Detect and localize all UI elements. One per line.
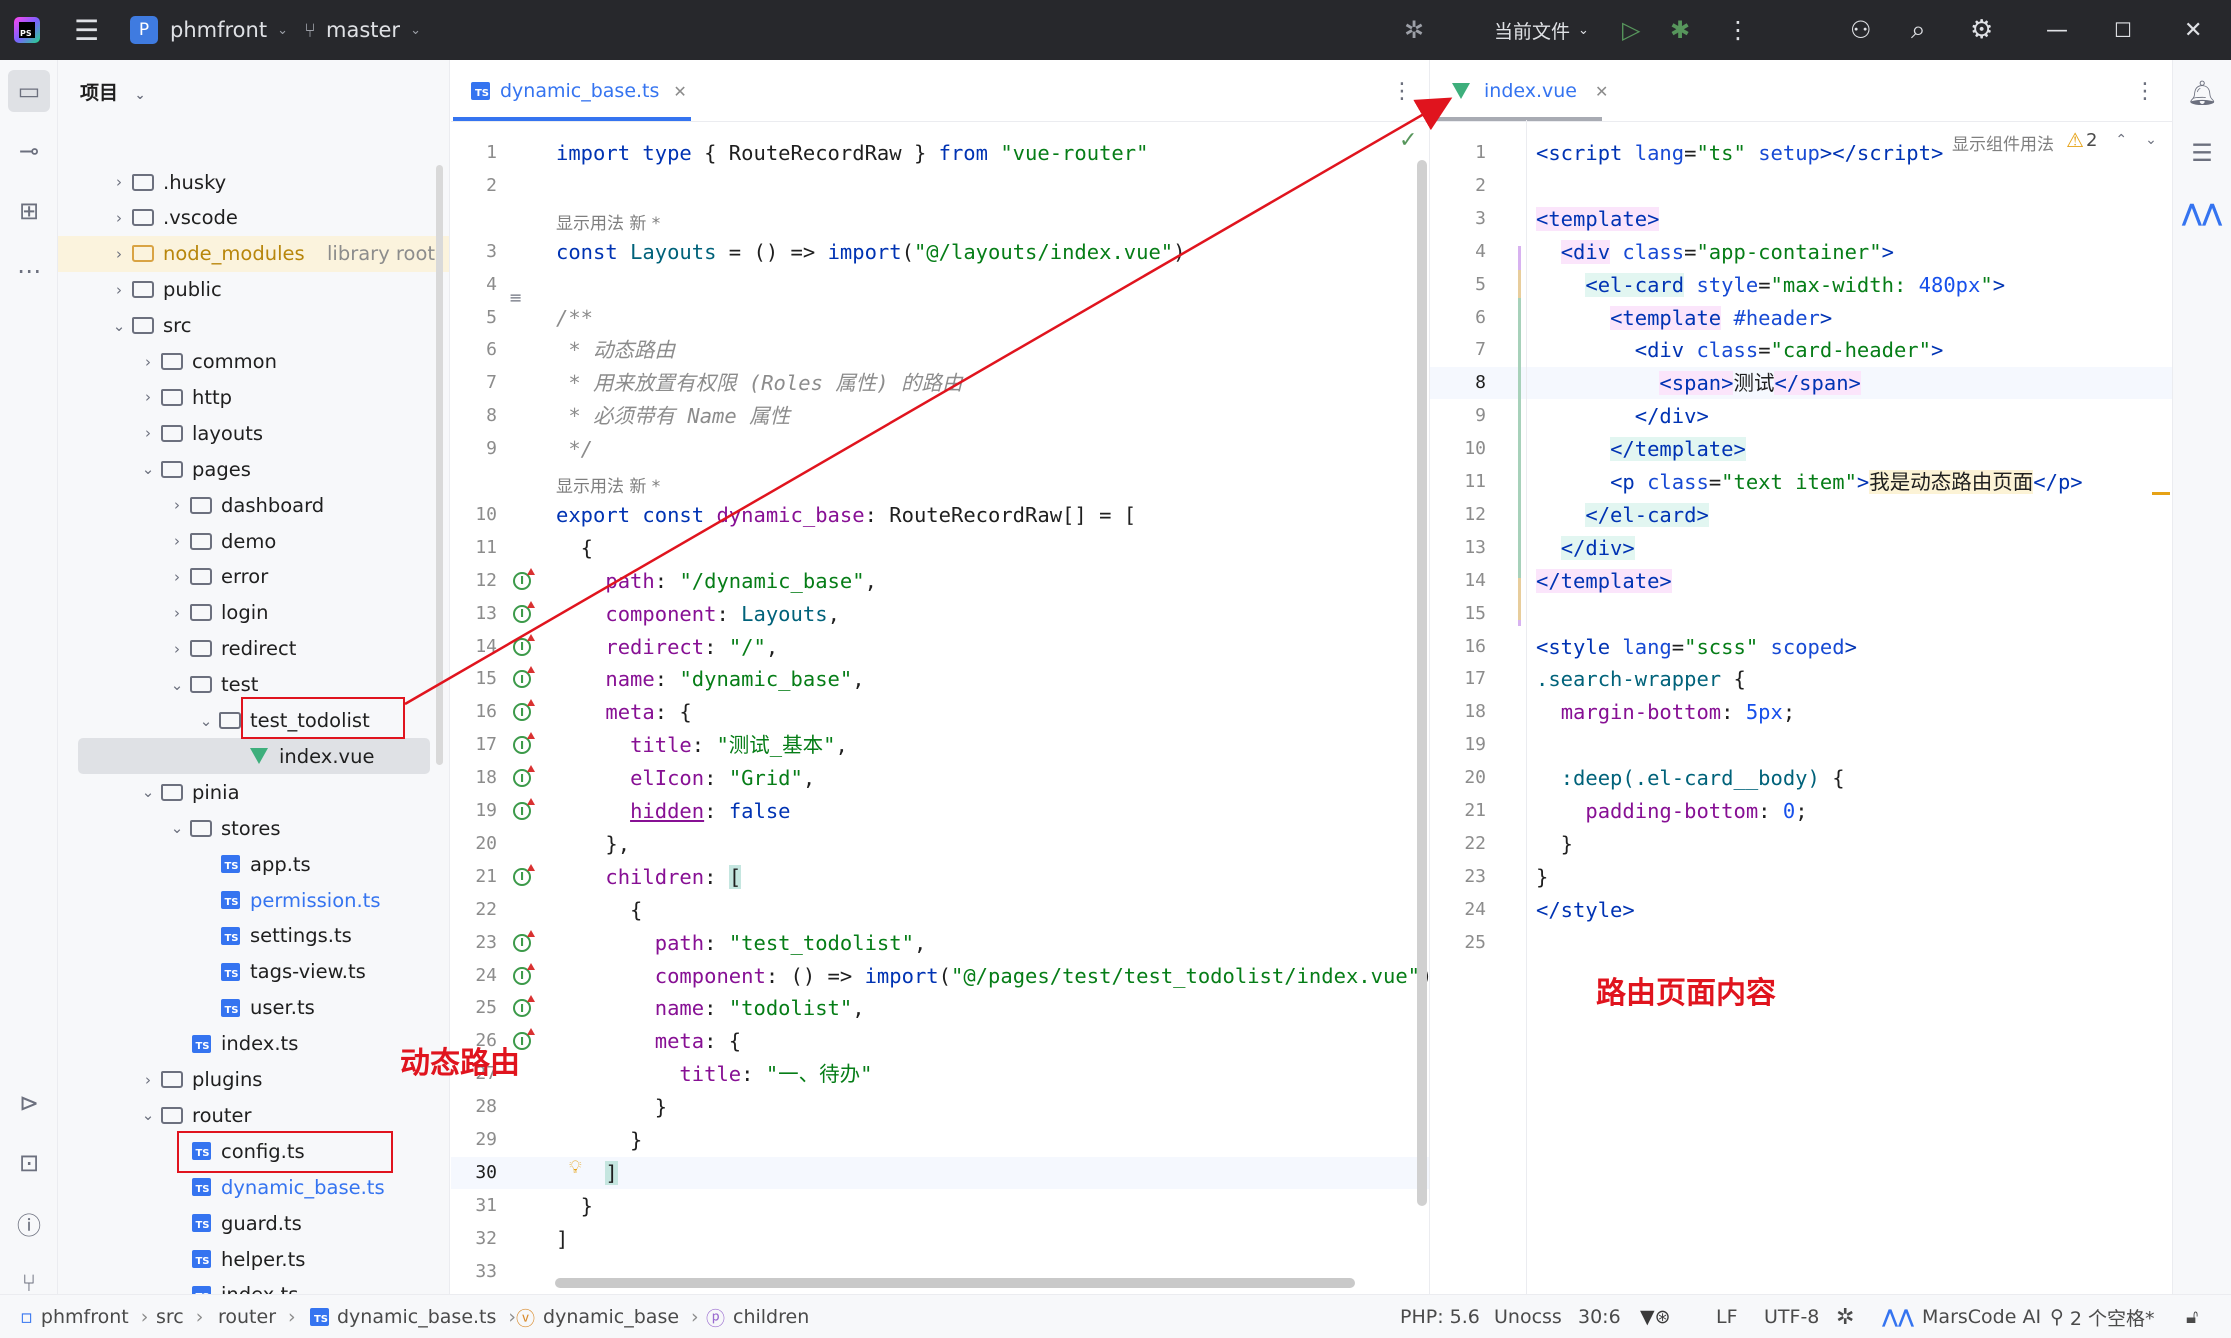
annotation-arrow: [404, 97, 1453, 706]
ide-window: PS ☰ P phmfront ⌄ ⑂ master ⌄ ✲ 当前文件 ⌄ ▷ …: [0, 0, 2231, 1338]
